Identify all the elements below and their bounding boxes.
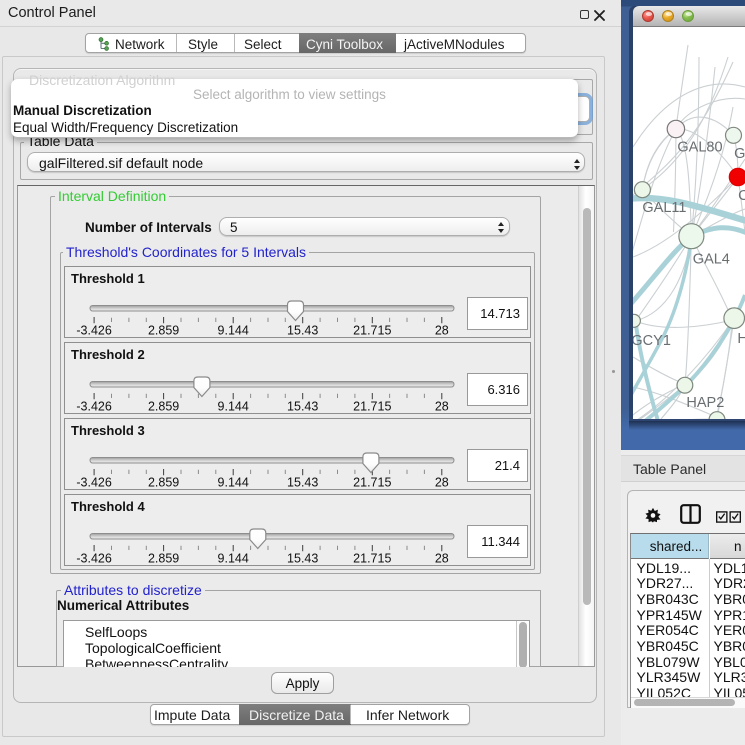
- svg-text:28: 28: [435, 476, 449, 490]
- svg-text:21.715: 21.715: [353, 324, 391, 338]
- svg-text:9.144: 9.144: [218, 552, 249, 566]
- svg-text:-3.426: -3.426: [76, 400, 111, 414]
- svg-text:GAL11: GAL11: [642, 200, 686, 216]
- svg-text:2.859: 2.859: [148, 400, 179, 414]
- svg-text:15.43: 15.43: [287, 476, 318, 490]
- svg-text:H...: H...: [737, 331, 745, 347]
- svg-text:15.43: 15.43: [287, 552, 318, 566]
- svg-text:-3.426: -3.426: [76, 552, 111, 566]
- svg-text:GAL80: GAL80: [677, 140, 722, 156]
- svg-text:-3.426: -3.426: [76, 476, 111, 490]
- svg-text:9.144: 9.144: [218, 400, 249, 414]
- svg-text:2.859: 2.859: [148, 324, 179, 338]
- svg-text:2.859: 2.859: [148, 476, 179, 490]
- svg-text:G...: G...: [734, 146, 745, 162]
- svg-text:21.715: 21.715: [353, 552, 391, 566]
- svg-text:15.43: 15.43: [287, 400, 318, 414]
- svg-text:21.715: 21.715: [353, 400, 391, 414]
- svg-text:28: 28: [435, 324, 449, 338]
- svg-text:15.43: 15.43: [287, 324, 318, 338]
- svg-text:9.144: 9.144: [218, 324, 249, 338]
- svg-text:2.859: 2.859: [148, 552, 179, 566]
- svg-text:9.144: 9.144: [218, 476, 249, 490]
- svg-text:-3.426: -3.426: [76, 324, 111, 338]
- svg-text:HAP2: HAP2: [686, 395, 724, 411]
- svg-text:28: 28: [435, 552, 449, 566]
- svg-text:GCY1: GCY1: [633, 333, 671, 349]
- svg-text:GAL4: GAL4: [693, 252, 730, 268]
- svg-text:21.715: 21.715: [353, 476, 391, 490]
- svg-text:C...: C...: [738, 188, 745, 204]
- svg-text:28: 28: [435, 400, 449, 414]
